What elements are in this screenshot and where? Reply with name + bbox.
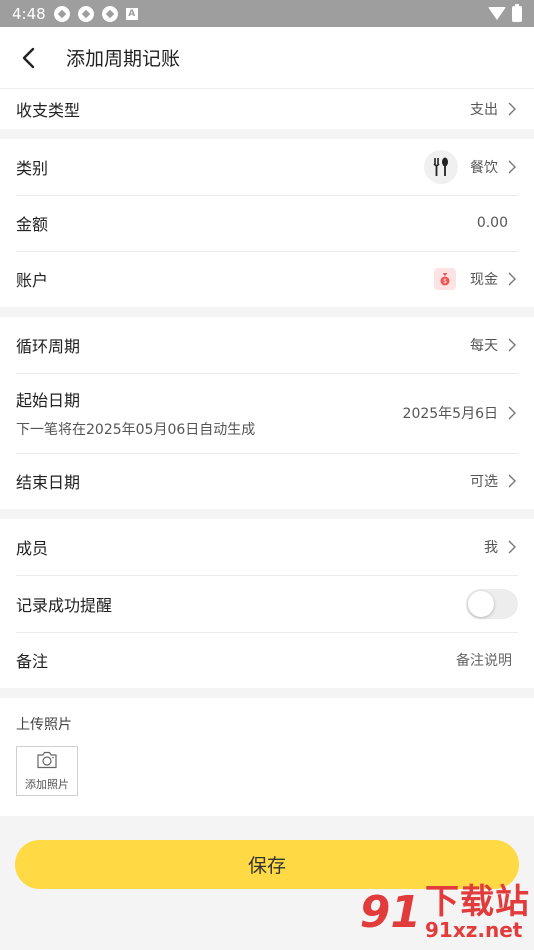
add-photo-button[interactable]: 添加照片 xyxy=(16,746,78,796)
member-label: 成员 xyxy=(16,539,49,558)
wifi-icon xyxy=(488,7,506,20)
money-bag-icon: $ xyxy=(434,268,456,290)
amount-label: 金额 xyxy=(16,215,49,234)
battery-icon xyxy=(512,3,522,22)
note-label: 备注 xyxy=(16,652,49,671)
watermark-url: 91xz.net xyxy=(425,918,523,942)
watermark-logo: 91 xyxy=(359,887,421,938)
fork-spoon-icon xyxy=(424,150,458,184)
member-row[interactable]: 成员 我 xyxy=(0,519,534,575)
chevron-right-icon xyxy=(504,160,518,174)
account-label: 账户 xyxy=(16,271,49,290)
watermark: 91 下载站 91xz.net xyxy=(360,885,530,941)
cycle-section: 循环周期 每天 起始日期 下一笔将在2025年05月06日自动生成 2025年5… xyxy=(0,317,534,509)
category-label: 类别 xyxy=(16,159,49,178)
upload-label: 上传照片 xyxy=(16,717,72,733)
member-value: 我 xyxy=(484,540,498,556)
amount-value: 0.00 xyxy=(476,215,508,231)
upload-section: 上传照片 添加照片 xyxy=(0,698,534,816)
end-date-row[interactable]: 结束日期 可选 xyxy=(0,453,534,509)
extra-section: 成员 我 记录成功提醒 备注 备注说明 xyxy=(0,519,534,688)
end-date-value: 可选 xyxy=(470,474,498,490)
cycle-value: 每天 xyxy=(470,338,498,354)
start-date-hint: 下一笔将在2025年05月06日自动生成 xyxy=(16,422,256,438)
status-time: 4:48 xyxy=(12,4,46,23)
notification-icon xyxy=(77,5,94,22)
chevron-right-icon xyxy=(504,338,518,352)
back-arrow-icon[interactable] xyxy=(16,46,40,70)
chevron-right-icon xyxy=(504,540,518,554)
svg-text:$: $ xyxy=(443,278,447,285)
cycle-label: 循环周期 xyxy=(16,337,81,356)
chevron-right-icon xyxy=(504,474,518,488)
chevron-right-icon xyxy=(504,102,518,116)
category-row[interactable]: 类别 餐饮 xyxy=(0,139,534,195)
start-date-label: 起始日期 xyxy=(16,391,81,410)
end-date-label: 结束日期 xyxy=(16,473,81,492)
watermark-text: 下载站 xyxy=(425,882,530,922)
camera-icon xyxy=(36,751,58,772)
amount-row[interactable]: 金额 0.00 xyxy=(0,195,534,251)
account-row[interactable]: 账户 $ 现金 xyxy=(0,251,534,307)
category-value: 餐饮 xyxy=(470,160,498,176)
page-title: 添加周期记账 xyxy=(66,48,181,70)
chevron-right-icon xyxy=(504,406,518,420)
type-row[interactable]: 收支类型 支出 xyxy=(0,89,534,129)
reminder-row: 记录成功提醒 xyxy=(0,575,534,632)
note-row[interactable]: 备注 备注说明 xyxy=(0,632,534,688)
reminder-label: 记录成功提醒 xyxy=(16,595,113,615)
note-input[interactable]: 备注说明 xyxy=(456,650,512,670)
type-value: 支出 xyxy=(470,102,498,118)
notification-icon xyxy=(101,5,118,22)
reminder-toggle[interactable] xyxy=(466,588,518,619)
app-notification-icon: A xyxy=(125,7,138,20)
start-date-row[interactable]: 起始日期 下一笔将在2025年05月06日自动生成 2025年5月6日 xyxy=(0,373,534,453)
account-value: 现金 xyxy=(470,272,498,288)
toggle-knob xyxy=(468,590,494,617)
status-bar: 4:48 A xyxy=(0,0,534,27)
type-section: 收支类型 支出 xyxy=(0,89,534,129)
chevron-right-icon xyxy=(504,272,518,286)
nav-bar: 添加周期记账 xyxy=(0,27,534,89)
cycle-row[interactable]: 循环周期 每天 xyxy=(0,317,534,373)
start-date-value: 2025年5月6日 xyxy=(402,406,498,422)
add-photo-label: 添加照片 xyxy=(25,777,69,791)
notification-icon xyxy=(53,5,70,22)
detail-section: 类别 餐饮 金额 0.00 账户 $ 现金 xyxy=(0,139,534,307)
type-label: 收支类型 xyxy=(16,101,81,120)
